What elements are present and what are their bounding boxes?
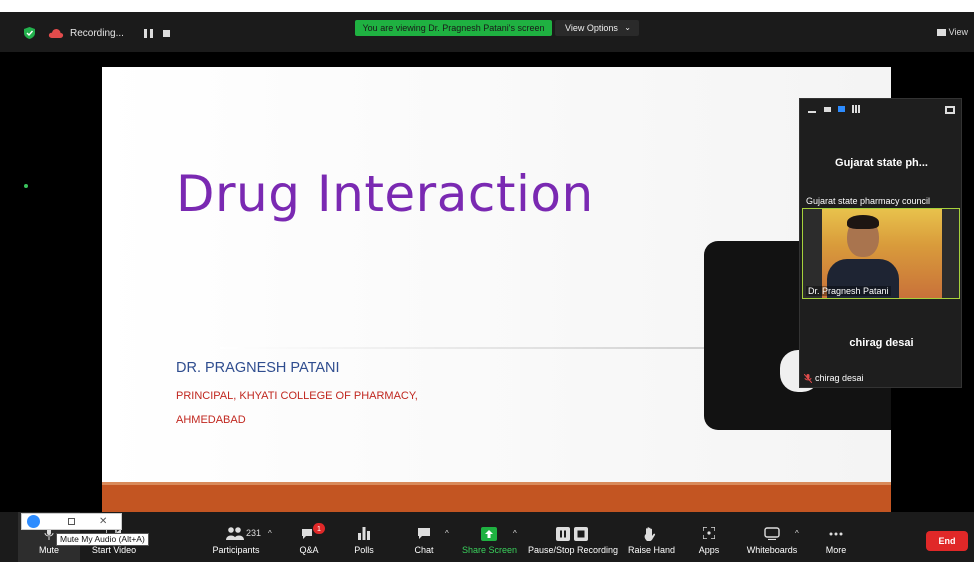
mute-tooltip: Mute My Audio (Alt+A): [56, 533, 149, 546]
participants-count: 231: [246, 528, 262, 538]
pause-recording-icon[interactable]: [143, 28, 153, 38]
stop-recording-icon[interactable]: [162, 29, 170, 37]
start-video-label: Start Video: [91, 545, 137, 555]
video-name-label: Dr. Pragnesh Patani: [806, 286, 891, 296]
participant-tile-label: Gujarat state pharmacy council: [806, 196, 931, 206]
slide-subtitle-line2: AHMEDABAD: [176, 414, 246, 426]
minimize-icon[interactable]: [808, 111, 816, 113]
floating-meeting-controls: ✕: [21, 513, 122, 530]
zoom-meeting-window: Recording... You are viewing Dr. Pragnes…: [0, 12, 974, 562]
mute-label: Mute: [38, 545, 59, 555]
qa-label: Q&A: [299, 545, 319, 555]
polls-button[interactable]: Polls: [348, 512, 380, 562]
view-options-button[interactable]: View Options ⌄: [555, 20, 639, 36]
status-dot: [24, 184, 28, 188]
more-label: More: [825, 545, 847, 555]
hide-video-icon[interactable]: [824, 106, 831, 112]
video-person-hair: [847, 215, 879, 229]
apps-icon: [703, 527, 715, 539]
pause-stop-icon: [556, 527, 588, 541]
share-screen-icon: [481, 527, 497, 541]
apps-label: Apps: [698, 545, 720, 555]
qa-badge: 1: [313, 523, 325, 534]
active-speaker-video[interactable]: Dr. Pragnesh Patani: [802, 208, 960, 299]
qa-button[interactable]: 1 Q&A: [292, 512, 326, 562]
viewing-screen-banner: You are viewing Dr. Pragnesh Patani's sc…: [355, 20, 552, 36]
cloud-recording-icon: [48, 29, 64, 38]
slide-title: Drug Interaction: [176, 165, 594, 223]
exit-panel-icon[interactable]: [945, 106, 955, 114]
participant-tile-name: Gujarat state ph...: [835, 157, 928, 169]
panel-toolbar: [808, 105, 860, 113]
share-screen-label: Share Screen: [462, 545, 518, 555]
pause-stop-recording-button[interactable]: Pause/Stop Recording: [528, 512, 619, 562]
view-options-label: View Options: [565, 23, 618, 33]
mic-muted-icon: [804, 373, 812, 383]
chevron-up-icon[interactable]: ^: [268, 529, 272, 538]
raise-hand-icon: [644, 527, 656, 541]
chevron-up-icon[interactable]: ^: [445, 529, 449, 538]
participant-tile-name: chirag desai: [849, 337, 914, 349]
participants-video-panel: Gujarat state ph... Gujarat state pharma…: [799, 98, 962, 388]
participants-icon: [226, 527, 244, 540]
raise-hand-label: Raise Hand: [628, 545, 676, 555]
recording-indicator: Recording...: [48, 24, 170, 42]
slide-subtitle-line1: PRINCIPAL, KHYATI COLLEGE OF PHARMACY,: [176, 390, 418, 402]
recording-label: Recording...: [70, 27, 124, 39]
maximize-icon[interactable]: [68, 518, 75, 525]
chat-button[interactable]: ^ Chat: [408, 512, 449, 562]
speaker-view-icon[interactable]: [838, 106, 845, 112]
whiteboards-button[interactable]: ^ Whiteboards: [744, 512, 800, 562]
end-meeting-button[interactable]: End: [926, 531, 968, 551]
slide-footer-band: [102, 482, 891, 515]
whiteboards-label: Whiteboards: [746, 545, 798, 555]
apps-button[interactable]: Apps: [694, 512, 724, 562]
view-layout-icon: [936, 28, 946, 36]
view-label: View: [948, 27, 968, 37]
slide-author: DR. PRAGNESH PATANI: [176, 360, 340, 376]
chat-label: Chat: [414, 545, 434, 555]
gallery-view-icon[interactable]: [852, 105, 860, 113]
shared-slide: Drug Interaction DR. PRAGNESH PATANI PRI…: [102, 67, 891, 515]
chevron-up-icon[interactable]: ^: [795, 529, 799, 538]
chevron-down-icon: ⌄: [624, 23, 631, 32]
shield-icon[interactable]: [24, 27, 35, 39]
close-icon[interactable]: ✕: [99, 516, 107, 527]
participant-tile-label: chirag desai: [804, 373, 864, 383]
more-button[interactable]: More: [822, 512, 850, 562]
whiteboard-icon: [764, 527, 780, 540]
polls-label: Polls: [354, 545, 374, 555]
chat-icon: [418, 528, 430, 539]
raise-hand-button[interactable]: Raise Hand: [628, 512, 676, 562]
zoom-logo-icon: [27, 515, 40, 528]
participants-label: Participants: [212, 545, 260, 555]
polls-icon: [358, 527, 370, 540]
more-dots-icon: [829, 532, 843, 536]
top-bar: Recording... You are viewing Dr. Pragnes…: [0, 12, 974, 52]
participant-name: chirag desai: [815, 373, 864, 383]
share-screen-button[interactable]: ^ Share Screen: [462, 512, 518, 562]
pause-stop-recording-label: Pause/Stop Recording: [528, 545, 619, 555]
participants-button[interactable]: 231 ^ Participants: [206, 512, 272, 562]
chevron-up-icon[interactable]: ^: [513, 529, 517, 538]
view-button[interactable]: View: [936, 27, 968, 37]
